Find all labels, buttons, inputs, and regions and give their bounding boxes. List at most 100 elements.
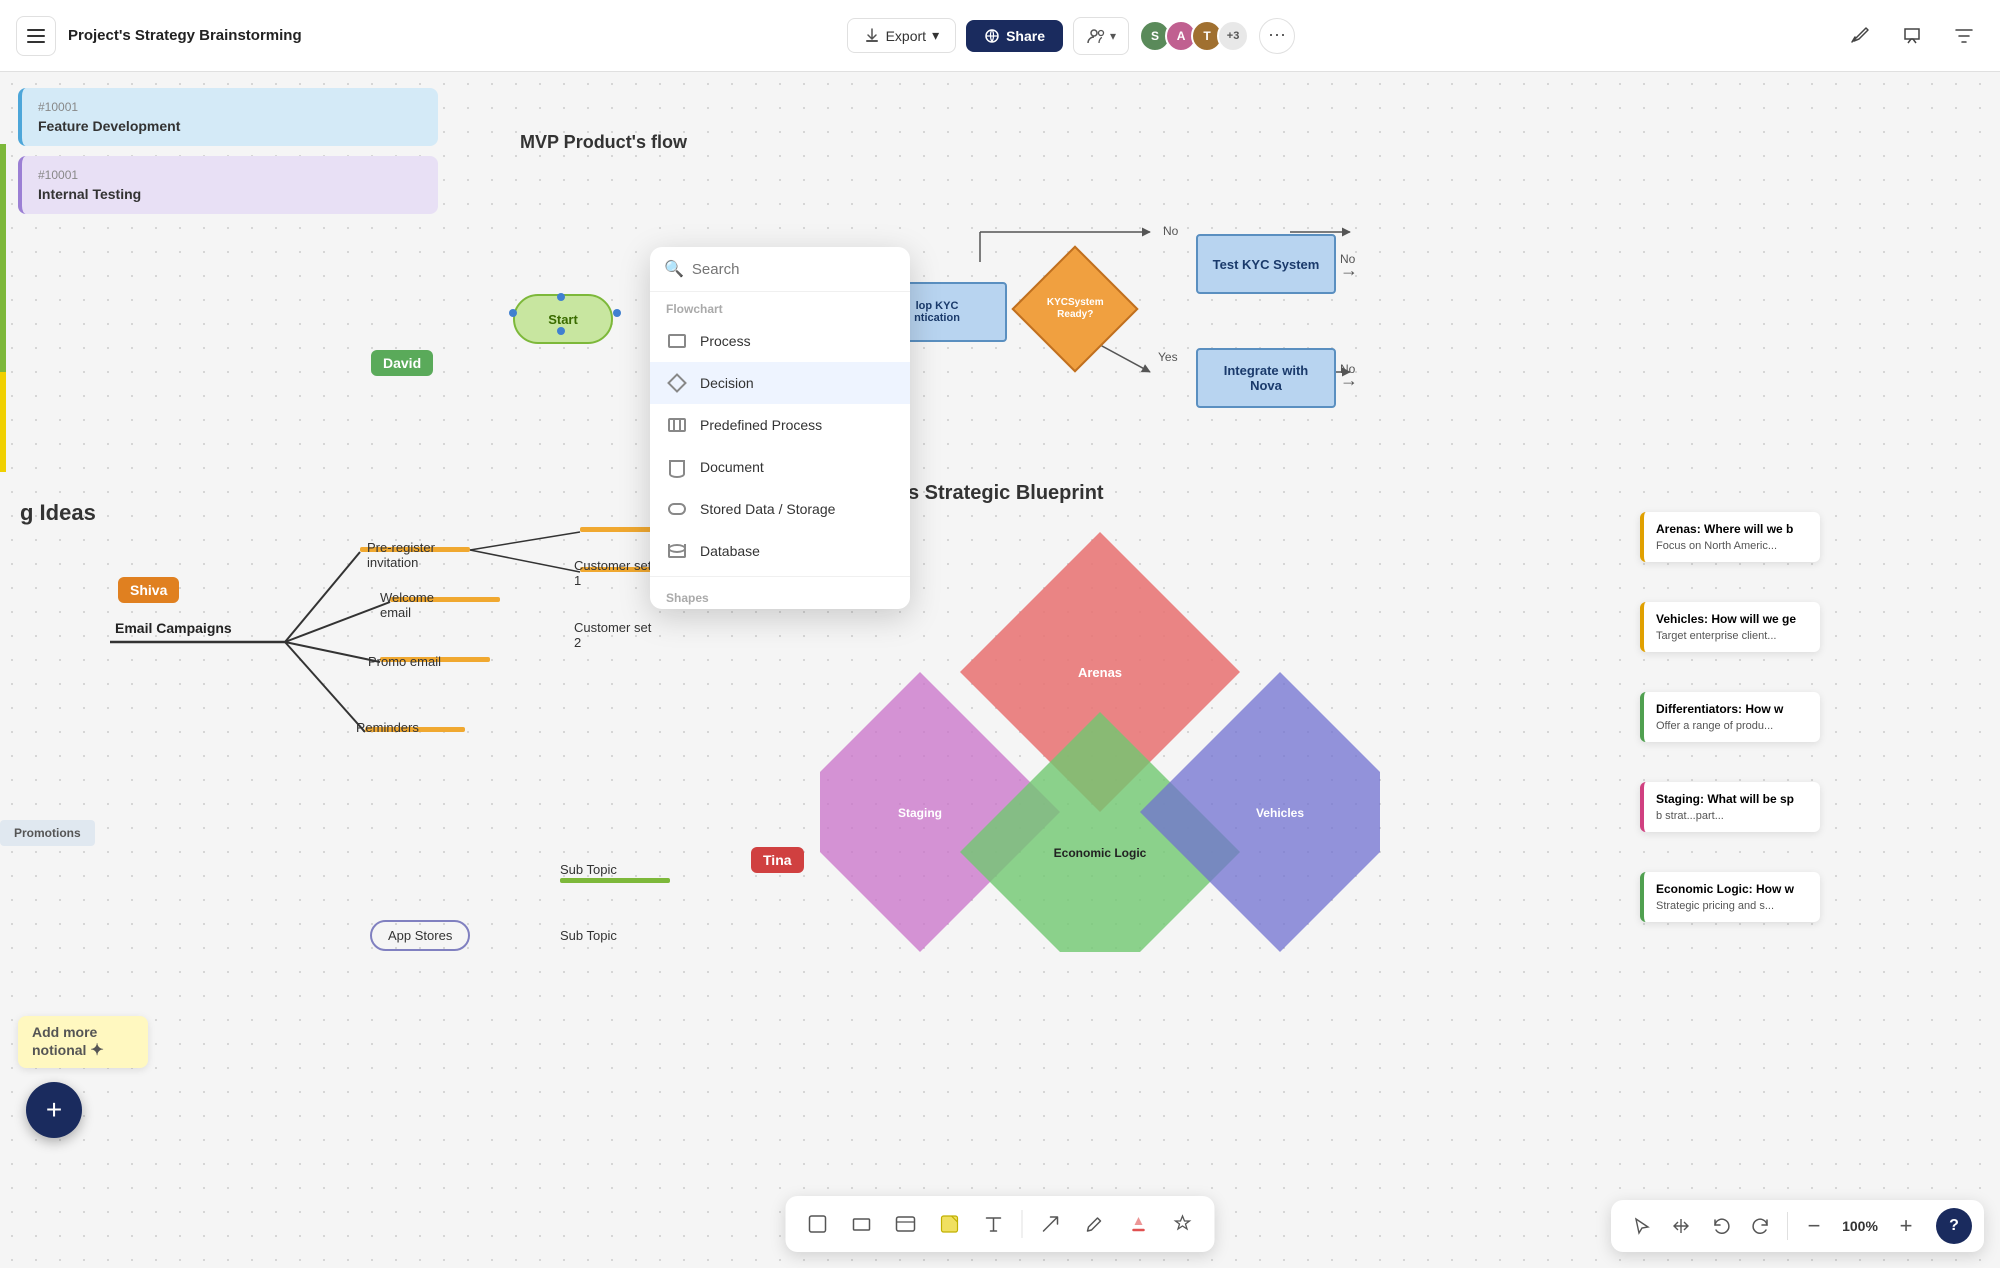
star-icon [1172, 1213, 1194, 1235]
app-stores-node[interactable]: App Stores [370, 920, 470, 951]
filter-button[interactable] [1944, 16, 1984, 56]
more-button[interactable]: ⋯ [1259, 18, 1295, 54]
subtopic-1: Sub Topic [560, 862, 617, 877]
subtopic-2: Sub Topic [560, 928, 617, 943]
dropdown-item-storage[interactable]: Stored Data / Storage [650, 488, 910, 530]
conn-dot-1 [509, 309, 517, 317]
svg-text:Staging: Staging [898, 806, 942, 820]
redo-icon [1751, 1216, 1771, 1236]
header-center: Export ▾ Share ▾ S A T +3 ⋯ [314, 17, 1828, 55]
collab-button[interactable]: ▾ [1073, 17, 1129, 55]
card-icon [895, 1213, 917, 1235]
bottom-toolbar [786, 1196, 1215, 1252]
search-dropdown: 🔍 Flowchart Process Decision Predefined … [650, 247, 910, 609]
cursor-btn[interactable] [1623, 1208, 1659, 1244]
undo-btn[interactable] [1703, 1208, 1739, 1244]
right-card-economic-title: Economic Logic: How w [1656, 882, 1808, 896]
tool-sticky[interactable] [930, 1204, 970, 1244]
tool-rectangle[interactable] [842, 1204, 882, 1244]
pen-icon [1084, 1213, 1106, 1235]
flow-result-integrate[interactable]: Integrate withNova [1196, 348, 1336, 408]
right-card-arenas: Arenas: Where will we b Focus on North A… [1640, 512, 1820, 562]
add-more-tooltip: Add more notional ✦ [18, 1016, 148, 1068]
right-card-staging: Staging: What will be sp b strat...part.… [1640, 782, 1820, 832]
edit-icon [1849, 25, 1871, 47]
project-title: Project's Strategy Brainstorming [68, 27, 302, 44]
export-icon [864, 28, 880, 44]
right-card-staging-body: b strat...part... [1656, 810, 1808, 822]
mindmap-branch-2: Welcomeemail [380, 590, 434, 620]
arrow-right-2: → [1340, 370, 1358, 391]
flow-diamond-kyc[interactable]: KYCSystemReady? [1020, 254, 1130, 364]
card-feature-id: #10001 [38, 100, 422, 114]
svg-text:Vehicles: Vehicles [1256, 806, 1304, 820]
card-testing-title: Internal Testing [38, 186, 422, 202]
flowchart-section-label: Flowchart [650, 292, 910, 320]
edit-button[interactable] [1840, 16, 1880, 56]
ideas-label: g Ideas [20, 500, 96, 526]
menu-button[interactable] [16, 16, 56, 56]
help-btn[interactable]: ? [1936, 1208, 1972, 1244]
mindmap-root: Email Campaigns [115, 620, 232, 636]
right-card-staging-title: Staging: What will be sp [1656, 792, 1808, 806]
user-label-david: David [371, 350, 433, 376]
right-card-vehicles: Vehicles: How will we ge Target enterpri… [1640, 602, 1820, 652]
move-btn[interactable] [1663, 1208, 1699, 1244]
comment-button[interactable] [1892, 16, 1932, 56]
canvas[interactable]: #10001 Feature Development #10001 Intern… [0, 72, 2000, 1268]
flow-result-test[interactable]: Test KYC System [1196, 234, 1336, 294]
right-card-economic-body: Strategic pricing and s... [1656, 900, 1808, 912]
dropdown-item-decision[interactable]: Decision [650, 362, 910, 404]
move-icon [1671, 1216, 1691, 1236]
process-shape-icon [666, 330, 688, 352]
zoom-out-btn[interactable]: − [1796, 1208, 1832, 1244]
hamburger-icon [27, 29, 45, 43]
predefined-shape-icon [666, 414, 688, 436]
dropdown-item-predefined[interactable]: Predefined Process [650, 404, 910, 446]
arrow-icon [1040, 1213, 1062, 1235]
cursor-icon [1631, 1216, 1651, 1236]
tool-text[interactable] [974, 1204, 1014, 1244]
search-icon: 🔍 [664, 259, 684, 279]
tool-arrow[interactable] [1031, 1204, 1071, 1244]
right-card-diff: Differentiators: How w Offer a range of … [1640, 692, 1820, 742]
card-testing-id: #10001 [38, 168, 422, 182]
globe-icon [984, 28, 1000, 44]
tool-highlight[interactable] [1119, 1204, 1159, 1244]
tool-pen[interactable] [1075, 1204, 1115, 1244]
dropdown-item-database[interactable]: Database [650, 530, 910, 572]
highlight-icon [1128, 1213, 1150, 1235]
mindmap-branch-3: Promo email [368, 654, 441, 669]
svg-text:Economic Logic: Economic Logic [1054, 846, 1147, 860]
toolbar-divider-1 [1022, 1210, 1023, 1238]
dropdown-item-process[interactable]: Process [650, 320, 910, 362]
yellow-bar [0, 372, 6, 472]
flow-start[interactable]: Start [513, 294, 613, 344]
filter-icon [1953, 25, 1975, 47]
tool-card[interactable] [886, 1204, 926, 1244]
dropdown-item-document[interactable]: Document [650, 446, 910, 488]
add-button[interactable]: + [26, 1082, 82, 1138]
redo-btn[interactable] [1743, 1208, 1779, 1244]
card-testing[interactable]: #10001 Internal Testing [18, 156, 438, 214]
tool-frame[interactable] [798, 1204, 838, 1244]
share-button[interactable]: Share [966, 20, 1063, 52]
tool-star[interactable] [1163, 1204, 1203, 1244]
conn-dot-4 [557, 327, 565, 335]
export-button[interactable]: Export ▾ [847, 18, 957, 53]
sticky-icon [939, 1213, 961, 1235]
header: Project's Strategy Brainstorming Export … [0, 0, 2000, 72]
decision-shape-icon [666, 372, 688, 394]
sparkle-icon: ✦ [90, 1042, 103, 1059]
zoom-in-btn[interactable]: + [1888, 1208, 1924, 1244]
zoom-divider [1787, 1212, 1788, 1240]
undo-icon [1711, 1216, 1731, 1236]
search-input[interactable] [692, 261, 896, 278]
document-shape-icon [666, 456, 688, 478]
mindmap-branch-1: Pre-registerinvitation [367, 540, 435, 570]
avatar-count: +3 [1217, 20, 1249, 52]
frame-icon [807, 1213, 829, 1235]
card-feature[interactable]: #10001 Feature Development [18, 88, 438, 146]
zoom-controls: − 100% + ? [1611, 1200, 1984, 1252]
mindmap-leaf-2: Customer set2 [574, 620, 651, 650]
